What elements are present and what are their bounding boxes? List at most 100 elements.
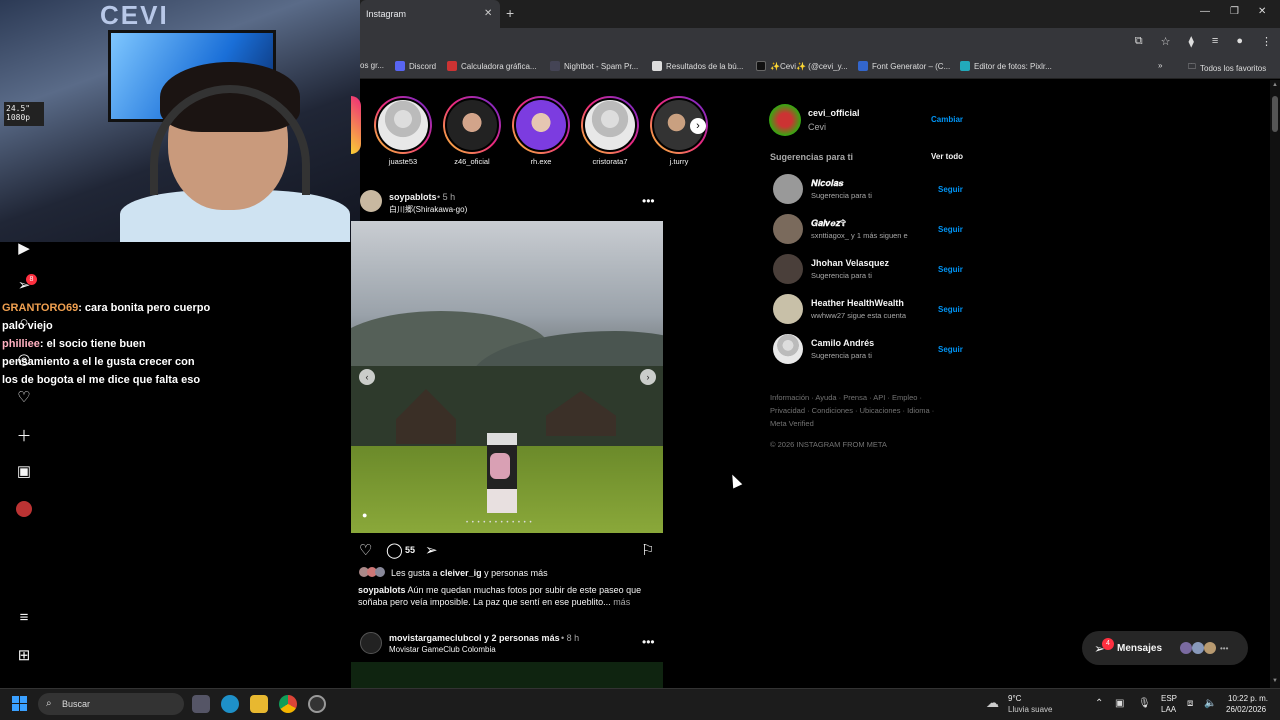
follow-button[interactable]: Seguir (938, 225, 963, 234)
minimize-icon[interactable]: — (1200, 6, 1210, 17)
suggestion-avatar[interactable] (773, 254, 803, 284)
liker-username[interactable]: cleiver_ig (440, 568, 482, 578)
task-view-icon[interactable] (192, 695, 210, 713)
caption-username[interactable]: soypablots (358, 585, 406, 595)
suggestion-name[interactable]: Jhohan Velasquez (811, 258, 889, 268)
post2-author-avatar[interactable] (360, 632, 382, 654)
bookmark-item[interactable]: Editor de fotos: Pixlr... (960, 61, 1052, 71)
new-tab-button[interactable]: + (506, 5, 514, 21)
story-item[interactable]: z46_oficial (443, 96, 501, 166)
close-window-icon[interactable]: ✕ (1258, 6, 1266, 17)
windows-start-icon[interactable] (12, 696, 28, 712)
bookmarks-overflow-icon[interactable]: » (1158, 61, 1162, 70)
current-username[interactable]: cevi_official (808, 108, 860, 118)
bookmark-item[interactable]: Discord (395, 61, 436, 71)
font-icon (858, 61, 868, 71)
profile-avatar[interactable]: ● (1236, 35, 1243, 48)
dashboard-icon[interactable]: ▣ (14, 462, 34, 482)
heart-nav-icon[interactable]: ♡ (14, 388, 34, 408)
caption-more-link[interactable]: más (611, 597, 630, 607)
post2-options-icon[interactable]: ••• (642, 635, 655, 649)
suggestion-subtitle: Sugerencia para ti (811, 191, 872, 200)
tab-close-icon[interactable]: ✕ (484, 8, 492, 19)
taskbar-clock[interactable]: 10:22 p. m. (1228, 694, 1268, 703)
suggestion-name[interactable]: 𝑮𝒂𝒍𝒗𝒆𝒛✞ (811, 218, 846, 229)
bookmark-item[interactable]: Resultados de la bú... (652, 61, 743, 71)
input-language[interactable]: ESP (1161, 694, 1177, 703)
follow-button[interactable]: Seguir (938, 345, 963, 354)
tray-app-icon[interactable]: ▣ (1115, 698, 1124, 709)
page-scrollbar[interactable] (1270, 80, 1280, 688)
create-icon[interactable]: ＋ (14, 425, 34, 445)
menu-icon[interactable]: ⋮ (1261, 35, 1272, 48)
install-app-icon[interactable]: ⧉ (1135, 35, 1143, 48)
scrollbar-thumb[interactable] (1272, 96, 1278, 132)
suggestion-avatar[interactable] (773, 174, 803, 204)
suggestion-avatar[interactable] (773, 334, 803, 364)
pink-backpack (490, 453, 510, 479)
save-icon[interactable]: ⚐ (641, 541, 654, 559)
volume-icon[interactable]: 🔈 (1204, 698, 1216, 709)
suggestion-avatar[interactable] (773, 294, 803, 324)
weather-icon[interactable]: ☁ (986, 695, 999, 711)
bookmark-item[interactable]: os gr... (360, 61, 384, 70)
post-author[interactable]: soypablots (389, 192, 437, 202)
follow-button[interactable]: Seguir (938, 265, 963, 274)
story-partial[interactable] (351, 96, 361, 154)
bookmark-item[interactable]: Nightbot - Spam Pr... (550, 61, 638, 71)
current-user-avatar[interactable] (769, 104, 801, 136)
switch-account-button[interactable]: Cambiar (931, 115, 963, 124)
suggestion-name[interactable]: 𝑵𝒊𝒄𝒐𝒍𝒂𝒔 (811, 178, 843, 189)
share-icon[interactable]: ➢ (425, 541, 438, 559)
like-icon[interactable]: ♡ (359, 541, 372, 559)
stories-next-icon[interactable]: › (690, 118, 706, 134)
post2-author[interactable]: movistargameclubcol y 2 personas más (389, 633, 560, 643)
hamburger-menu-icon[interactable]: ≡ (14, 609, 34, 629)
carousel-next-icon[interactable]: › (640, 369, 656, 385)
extensions-icon[interactable]: ⧫ (1188, 35, 1193, 48)
discord-icon (395, 61, 405, 71)
see-all-button[interactable]: Ver todo (931, 152, 963, 161)
microphone-icon[interactable]: 🎙 (1138, 698, 1151, 709)
network-icon[interactable]: ⧈ (1187, 698, 1193, 709)
story-item[interactable]: juaste53 (374, 96, 432, 166)
suggestion-name[interactable]: Camilo Andrés (811, 338, 874, 348)
suggestion-name[interactable]: Heather HealthWealth (811, 298, 904, 308)
apps-grid-icon[interactable]: ⊞ (14, 646, 34, 666)
edge-icon[interactable] (221, 695, 239, 713)
suggestion-avatar[interactable] (773, 214, 803, 244)
file-explorer-icon[interactable] (250, 695, 268, 713)
bookmark-item[interactable]: Calculadora gráfica... (447, 61, 537, 71)
story-item[interactable]: rh.exe (512, 96, 570, 166)
follow-button[interactable]: Seguir (938, 185, 963, 194)
media-controls-icon[interactable]: ≡ (1212, 35, 1218, 48)
carousel-prev-icon[interactable]: ‹ (359, 369, 375, 385)
chrome-icon[interactable] (279, 695, 297, 713)
follow-button[interactable]: Seguir (938, 305, 963, 314)
comment-icon[interactable]: ◯ (386, 541, 403, 559)
likes-summary[interactable]: Les gusta a cleiver_ig y personas más (391, 568, 548, 578)
profile-nav-avatar[interactable] (16, 501, 32, 517)
scroll-down-icon[interactable]: ▼ (1272, 678, 1278, 684)
post2-image[interactable] (351, 662, 663, 688)
taskbar-search[interactable]: Buscar (38, 693, 184, 715)
post-options-icon[interactable]: ••• (642, 194, 655, 208)
all-bookmarks-folder[interactable]: 🗀 Todos los favoritos (1188, 61, 1266, 75)
post-author-avatar[interactable] (360, 190, 382, 212)
restore-icon[interactable]: ❐ (1230, 6, 1239, 17)
scroll-up-icon[interactable]: ▲ (1272, 82, 1278, 88)
reels-icon[interactable]: ▶ (14, 239, 34, 259)
post-image[interactable] (351, 221, 663, 533)
input-layout[interactable]: LAA (1161, 705, 1176, 714)
bookmark-item[interactable]: Font Generator – (C... (858, 61, 950, 71)
obs-icon[interactable] (308, 695, 326, 713)
browser-tab-instagram[interactable]: Instagram (360, 0, 500, 28)
taskbar-date[interactable]: 26/02/2026 (1226, 705, 1266, 714)
post-location[interactable]: 白川郷(Shirakawa-go) (389, 204, 467, 215)
footer-links[interactable]: Información · Ayuda · Prensa · API · Emp… (770, 391, 950, 430)
bookmark-item[interactable]: ✨Cevi✨ (@cevi_y... (756, 61, 848, 71)
bookmark-star-icon[interactable]: ☆ (1161, 35, 1171, 48)
tagged-user-icon[interactable]: ● (362, 510, 367, 520)
tray-overflow-icon[interactable]: ⌃ (1095, 698, 1103, 709)
story-item[interactable]: cristorata7 (581, 96, 639, 166)
